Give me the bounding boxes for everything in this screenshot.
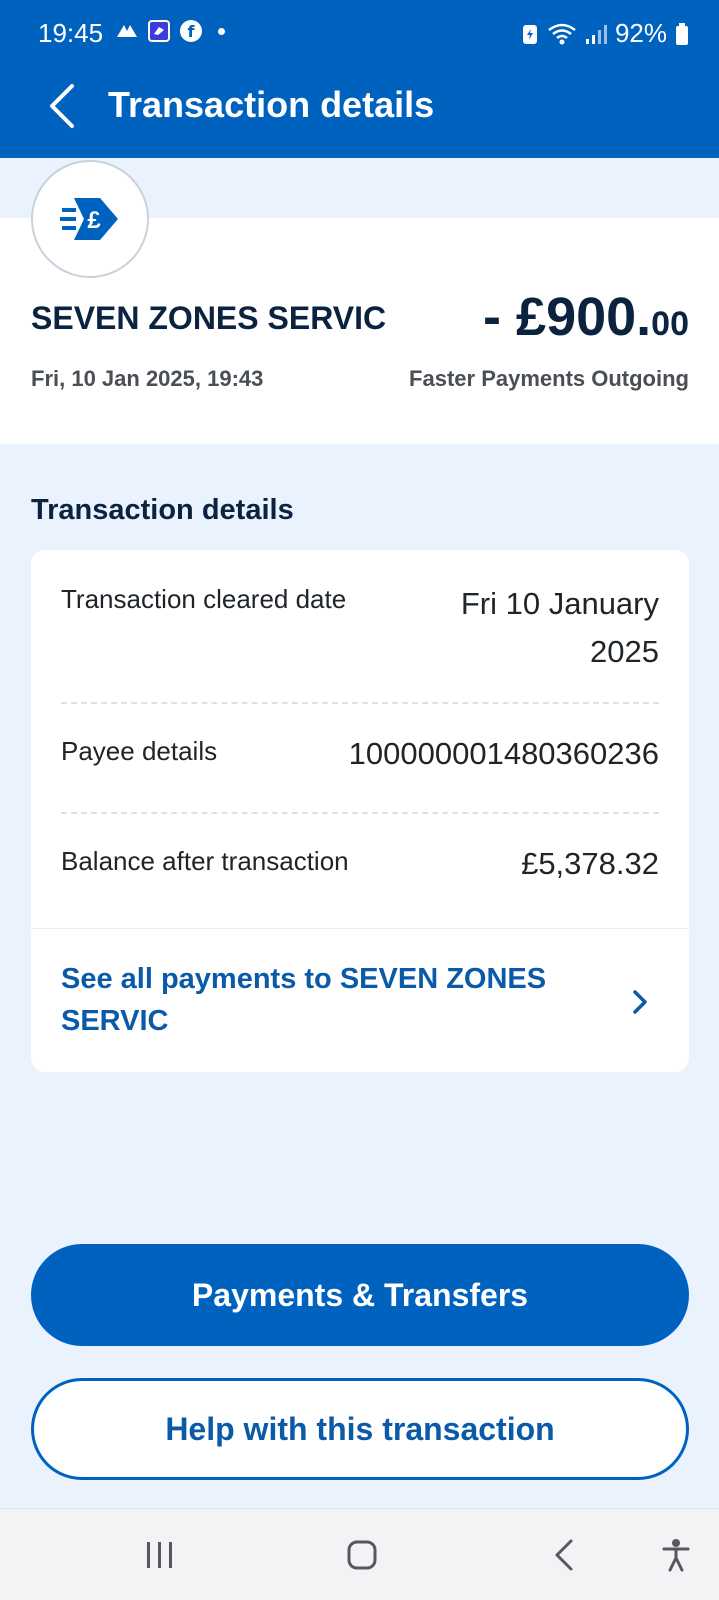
payments-transfers-button[interactable]: Payments & Transfers — [31, 1244, 689, 1346]
transaction-amount: - £900. 00 — [483, 286, 689, 348]
app-icon — [148, 20, 170, 42]
accessibility-icon[interactable] — [648, 1527, 704, 1583]
detail-row-balance: Balance after transaction £5,378.32 — [61, 846, 659, 882]
facebook-icon: f — [180, 20, 202, 42]
recent-apps-icon[interactable] — [132, 1527, 188, 1583]
transaction-type: Faster Payments Outgoing — [409, 366, 689, 391]
amount-main: - £900. — [483, 287, 652, 347]
top-bar: 19:45 f 92% Transaction details — [0, 0, 719, 158]
divider — [61, 812, 659, 814]
status-time: 19:45 — [38, 18, 104, 48]
back-button[interactable] — [34, 78, 90, 134]
transaction-date: Fri, 10 Jan 2025, 19:43 — [31, 366, 264, 391]
chevron-right-icon — [625, 982, 655, 1022]
detail-label: Payee details — [61, 736, 218, 766]
back-icon[interactable] — [536, 1527, 592, 1583]
divider — [31, 928, 689, 929]
detail-value: 100000001480360236 — [348, 736, 659, 771]
battery-icon — [675, 22, 689, 46]
merchant-name: SEVEN ZONES SERVIC — [31, 300, 387, 336]
system-status: 92% — [521, 18, 689, 49]
detail-label: Transaction cleared date — [61, 584, 347, 614]
dot-icon — [218, 27, 225, 35]
battery-saver-icon — [521, 22, 539, 46]
see-all-payments-link[interactable]: See all payments to SEVEN ZONES SERVIC — [31, 930, 689, 1072]
wifi-icon — [547, 22, 577, 46]
amount-decimal: 00 — [651, 305, 689, 343]
status-bar: 19:45 f 92% — [0, 0, 719, 66]
details-card: Transaction cleared date Fri 10 January … — [31, 550, 689, 1072]
page-title: Transaction details — [108, 84, 435, 125]
home-icon[interactable] — [334, 1527, 390, 1583]
svg-text:£: £ — [87, 207, 101, 234]
notification-icons: f — [116, 20, 225, 42]
divider — [61, 702, 659, 704]
help-transaction-button[interactable]: Help with this transaction — [31, 1378, 689, 1480]
screen: 19:45 f 92% Transaction details £ SEVEN … — [0, 0, 719, 1600]
battery-percent: 92% — [614, 18, 667, 48]
detail-label: Balance after transaction — [61, 846, 349, 876]
chevron-left-icon — [50, 84, 74, 128]
see-all-payments-label: See all payments to SEVEN ZONES SERVIC — [61, 963, 547, 1037]
signal-icon — [585, 23, 607, 45]
detail-row-cleared-date: Transaction cleared date Fri 10 January … — [61, 584, 659, 676]
detail-row-payee: Payee details 100000001480360236 — [61, 736, 659, 772]
detail-value: Fri 10 January 2025 — [460, 586, 659, 669]
merchant-logo: £ — [31, 160, 149, 278]
halifax-icon — [116, 20, 138, 42]
detail-value: £5,378.32 — [521, 846, 659, 881]
system-nav-bar — [0, 1508, 719, 1600]
app-header: Transaction details — [0, 66, 719, 158]
section-title: Transaction details — [31, 494, 294, 526]
faster-payment-pound-icon: £ — [60, 198, 118, 240]
